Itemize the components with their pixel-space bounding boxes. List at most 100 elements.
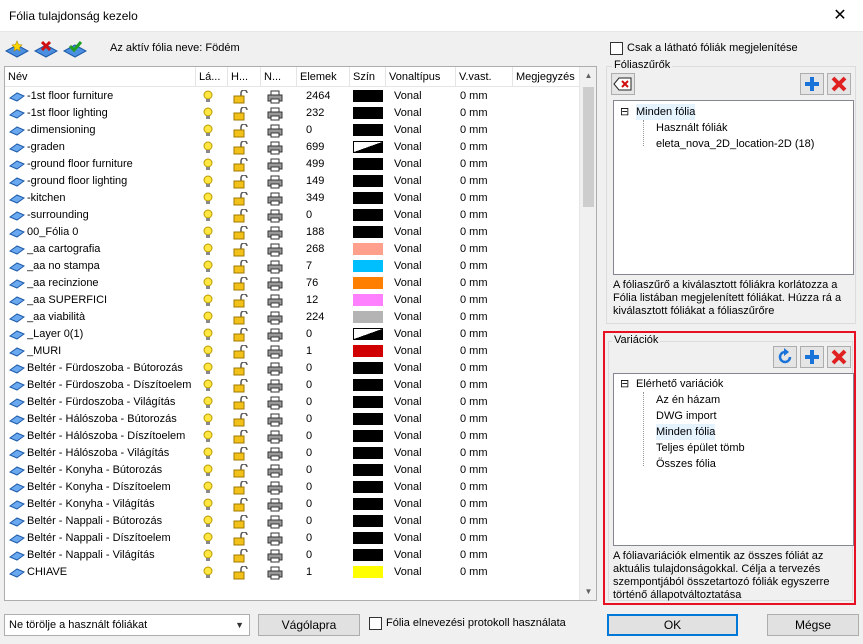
line-width[interactable]: 0 mm <box>460 173 488 190</box>
color-swatch[interactable] <box>353 515 383 527</box>
printer-icon[interactable] <box>267 530 283 547</box>
printer-icon[interactable] <box>267 343 283 360</box>
lock-icon[interactable] <box>233 428 249 445</box>
variation-item[interactable]: Az én házam <box>656 392 720 408</box>
visibility-bulb-icon[interactable] <box>203 377 213 394</box>
printer-icon[interactable] <box>267 122 283 139</box>
lock-icon[interactable] <box>233 496 249 513</box>
linetype[interactable]: Vonal <box>394 207 422 224</box>
table-row[interactable]: -graden 699 Vonal 0 mm <box>5 139 580 156</box>
scroll-up-icon[interactable]: ▲ <box>580 67 596 84</box>
color-swatch[interactable] <box>353 243 383 255</box>
line-width[interactable]: 0 mm <box>460 88 488 105</box>
printer-icon[interactable] <box>267 479 283 496</box>
visibility-bulb-icon[interactable] <box>203 513 213 530</box>
line-width[interactable]: 0 mm <box>460 139 488 156</box>
printer-icon[interactable] <box>267 496 283 513</box>
printer-icon[interactable] <box>267 394 283 411</box>
linetype[interactable]: Vonal <box>394 224 422 241</box>
linetype[interactable]: Vonal <box>394 530 422 547</box>
table-row[interactable]: Beltér - Nappali - Világítás 0 Vonal 0 mm <box>5 547 580 564</box>
grid-scrollbar[interactable]: ▲ ▼ <box>579 67 596 600</box>
table-row[interactable]: -ground floor lighting 149 Vonal 0 mm <box>5 173 580 190</box>
col-linewidth[interactable]: V.vast. <box>456 67 513 87</box>
lock-icon[interactable] <box>233 190 249 207</box>
line-width[interactable]: 0 mm <box>460 224 488 241</box>
delete-option-select[interactable]: Ne törölje a használt fóliákat ▼ <box>4 614 250 636</box>
linetype[interactable]: Vonal <box>394 411 422 428</box>
lock-icon[interactable] <box>233 343 249 360</box>
table-row[interactable]: _MURI 1 Vonal 0 mm <box>5 343 580 360</box>
visibility-bulb-icon[interactable] <box>203 241 213 258</box>
line-width[interactable]: 0 mm <box>460 496 488 513</box>
table-row[interactable]: CHIAVE 1 Vonal 0 mm <box>5 564 580 581</box>
lock-icon[interactable] <box>233 105 249 122</box>
visibility-bulb-icon[interactable] <box>203 258 213 275</box>
filter-root[interactable]: Minden fólia <box>636 104 696 120</box>
col-note[interactable]: Megjegyzés <box>513 67 580 87</box>
linetype[interactable]: Vonal <box>394 445 422 462</box>
line-width[interactable]: 0 mm <box>460 343 488 360</box>
printer-icon[interactable] <box>267 428 283 445</box>
printer-icon[interactable] <box>267 207 283 224</box>
variation-item[interactable]: Összes fólia <box>656 456 716 472</box>
delete-layer-button[interactable] <box>33 37 59 61</box>
delete-filter-button[interactable] <box>827 73 851 95</box>
linetype[interactable]: Vonal <box>394 428 422 445</box>
color-swatch[interactable] <box>353 413 383 425</box>
table-row[interactable]: -ground floor furniture 499 Vonal 0 mm <box>5 156 580 173</box>
visibility-bulb-icon[interactable] <box>203 530 213 547</box>
table-row[interactable]: Beltér - Konyha - Díszítoelem 0 Vonal 0 mm <box>5 479 580 496</box>
line-width[interactable]: 0 mm <box>460 530 488 547</box>
add-filter-button[interactable] <box>800 73 824 95</box>
printer-icon[interactable] <box>267 139 283 156</box>
linetype[interactable]: Vonal <box>394 139 422 156</box>
line-width[interactable]: 0 mm <box>460 156 488 173</box>
linetype[interactable]: Vonal <box>394 173 422 190</box>
table-row[interactable]: _aa viabilità 224 Vonal 0 mm <box>5 309 580 326</box>
printer-icon[interactable] <box>267 88 283 105</box>
linetype[interactable]: Vonal <box>394 377 422 394</box>
lock-icon[interactable] <box>233 360 249 377</box>
color-swatch[interactable] <box>353 209 383 221</box>
line-width[interactable]: 0 mm <box>460 411 488 428</box>
color-swatch[interactable] <box>353 447 383 459</box>
visibility-bulb-icon[interactable] <box>203 173 213 190</box>
printer-icon[interactable] <box>267 156 283 173</box>
line-width[interactable]: 0 mm <box>460 564 488 581</box>
lock-icon[interactable] <box>233 309 249 326</box>
visibility-bulb-icon[interactable] <box>203 105 213 122</box>
color-swatch[interactable] <box>353 549 383 561</box>
line-width[interactable]: 0 mm <box>460 105 488 122</box>
color-swatch[interactable] <box>353 464 383 476</box>
color-swatch[interactable] <box>353 481 383 493</box>
linetype[interactable]: Vonal <box>394 564 422 581</box>
table-row[interactable]: Beltér - Hálószoba - Díszítoelem 0 Vonal 0 … <box>5 428 580 445</box>
table-row[interactable]: Beltér - Fürdoszoba - Bútorozás 0 Vonal 0 m… <box>5 360 580 377</box>
visibility-bulb-icon[interactable] <box>203 547 213 564</box>
printer-icon[interactable] <box>267 360 283 377</box>
table-row[interactable]: _aa SUPERFICI 12 Vonal 0 mm <box>5 292 580 309</box>
lock-icon[interactable] <box>233 292 249 309</box>
table-row[interactable]: Beltér - Nappali - Bútorozás 0 Vonal 0 mm <box>5 513 580 530</box>
line-width[interactable]: 0 mm <box>460 513 488 530</box>
linetype[interactable]: Vonal <box>394 462 422 479</box>
table-row[interactable]: -kitchen 349 Vonal 0 mm <box>5 190 580 207</box>
color-swatch[interactable] <box>353 277 383 289</box>
visibility-bulb-icon[interactable] <box>203 496 213 513</box>
color-swatch[interactable] <box>353 175 383 187</box>
variation-item[interactable]: Teljes épület tömb <box>656 440 745 456</box>
visibility-bulb-icon[interactable] <box>203 462 213 479</box>
linetype[interactable]: Vonal <box>394 343 422 360</box>
table-row[interactable]: Beltér - Fürdoszoba - Díszítoelem 0 Vonal 0… <box>5 377 580 394</box>
visibility-bulb-icon[interactable] <box>203 479 213 496</box>
variations-tree[interactable]: ⊟ Elérhető variációk Az én házam DWG imp… <box>613 373 854 546</box>
tree-toggle-icon[interactable]: ⊟ <box>620 376 629 392</box>
printer-icon[interactable] <box>267 173 283 190</box>
clear-filter-button[interactable] <box>611 73 635 95</box>
visibility-bulb-icon[interactable] <box>203 88 213 105</box>
lock-icon[interactable] <box>233 564 249 581</box>
col-elements[interactable]: Elemek <box>297 67 350 87</box>
protocol-checkbox[interactable] <box>369 617 382 630</box>
line-width[interactable]: 0 mm <box>460 445 488 462</box>
